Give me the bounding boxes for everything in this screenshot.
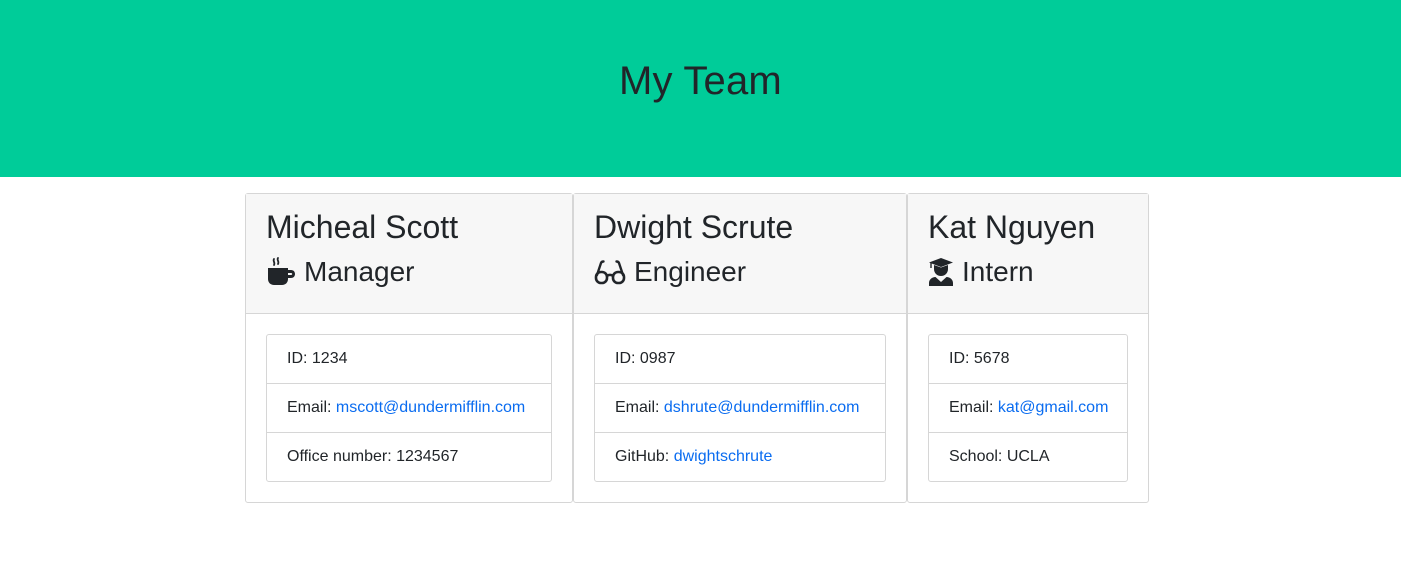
card-body: ID: 0987 Email: dshrute@dundermifflin.co… [574,314,906,482]
card-body: ID: 1234 Email: mscott@dundermifflin.com… [246,314,572,482]
employee-role: Engineer [594,255,886,289]
github-label: GitHub: [615,448,674,465]
employee-id: ID: 1234 [287,350,348,367]
employee-details: ID: 1234 Email: mscott@dundermifflin.com… [266,334,552,482]
card-body: ID: 5678 Email: kat@gmail.com School: UC… [908,314,1148,482]
employee-name: Dwight Scrute [594,209,794,245]
email-link[interactable]: dshrute@dundermifflin.com [664,399,860,416]
employee-card-engineer: Dwight Scrute Engineer ID: 0987 Email: d [573,193,907,503]
card-header: Micheal Scott Manager [246,194,572,314]
glasses-icon [594,257,626,287]
employee-details: ID: 5678 Email: kat@gmail.com School: UC… [928,334,1128,482]
email-label: Email: [949,399,998,416]
employee-card-manager: Micheal Scott Manager ID: 1234 Email: ms… [245,193,573,503]
employee-card-intern: Kat Nguyen Intern ID: 5678 Email: kat@gm… [907,193,1149,503]
github-link[interactable]: dwightschrute [674,448,773,465]
role-label: Manager [304,256,415,287]
employee-email-row: Email: kat@gmail.com [929,383,1127,432]
school-row: School: UCLA [929,432,1127,481]
role-label: Engineer [634,256,747,287]
employee-email-row: Email: mscott@dundermifflin.com [267,383,551,432]
page-title: My Team [619,59,782,103]
role-label: Intern [962,256,1034,287]
graduate-icon [928,257,954,287]
employee-details: ID: 0987 Email: dshrute@dundermifflin.co… [594,334,886,482]
github-row: GitHub: dwightschrute [595,432,885,481]
email-label: Email: [287,399,336,416]
employee-cards: Micheal Scott Manager ID: 1234 Email: ms… [245,193,1149,503]
card-header: Dwight Scrute Engineer [574,194,906,314]
office-number: Office number: 1234567 [267,432,551,481]
email-label: Email: [615,399,664,416]
employee-role: Intern [928,255,1128,289]
email-link[interactable]: mscott@dundermifflin.com [336,399,525,416]
employee-email-row: Email: dshrute@dundermifflin.com [595,383,885,432]
email-link[interactable]: kat@gmail.com [998,399,1109,416]
employee-id: ID: 5678 [949,350,1010,367]
team-header: My Team [0,0,1401,177]
employee-name: Micheal Scott [266,209,459,245]
employee-name: Kat Nguyen [928,209,1096,245]
coffee-icon [266,257,296,287]
employee-role: Manager [266,255,552,289]
card-header: Kat Nguyen Intern [908,194,1148,314]
employee-id: ID: 0987 [615,350,676,367]
